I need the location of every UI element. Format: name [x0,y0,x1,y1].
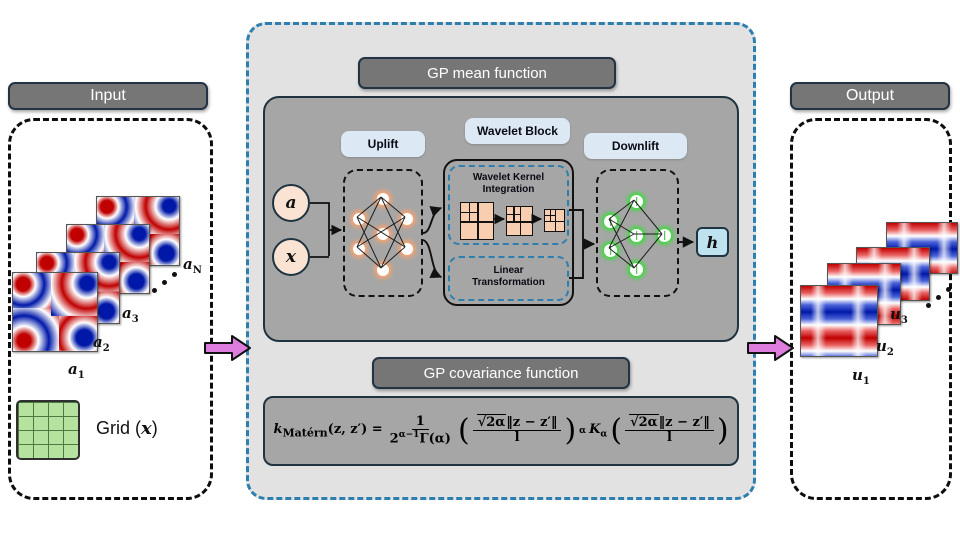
wavelet-kernel-integration-block: Wavelet Kernel Integration [448,165,569,245]
output-ellipsis [924,287,954,317]
linear-transformation-block: Linear Transformation [448,256,569,301]
downlift-label: Downlift [584,133,687,159]
output-field-label-1: u1 [852,366,870,387]
output-node-h: h [696,227,729,257]
grid-icon [16,400,80,460]
uplift-label: Uplift [341,131,425,157]
downlift-node-h1 [630,195,643,208]
input-field-label-1: a1 [68,360,85,381]
gp-mean-function-title: GP mean function [358,57,616,89]
input-field-label-3: a3 [122,304,139,325]
uplift-node-o2 [401,243,413,255]
input-node-a: a [272,184,310,222]
gp-covariance-function-body: kMatérn(z, z′) = 1 2α−1Γ(α) ( √2α‖z − z′… [263,396,739,466]
uplift-node-h3 [377,264,389,276]
downlift-node-i2 [604,244,617,257]
output-field-label-3: u3 [890,305,908,326]
linear-transformation-label: Linear Transformation [472,265,545,289]
wavelet-block-label: Wavelet Block [465,118,570,144]
gp-covariance-function-title: GP covariance function [372,357,630,389]
output-field-1 [800,285,878,357]
uplift-node-h1 [377,193,389,205]
wavelet-kernel-integration-label: Wavelet Kernel Integration [472,172,545,196]
uplift-block [343,169,423,297]
uplift-node-i2 [353,243,365,255]
downlift-node-o1 [658,229,671,242]
input-field-label-4: aN [183,255,202,276]
wavelet-decomp-1 [460,202,494,240]
output-panel-header: Output [790,82,950,110]
uplift-node-i1 [353,213,365,225]
downlift-node-i1 [604,215,617,228]
input-node-x: x [272,238,310,276]
output-field-label-2: u2 [876,337,894,358]
uplift-node-h2 [377,228,389,240]
wavelet-decomp-2 [506,206,533,236]
diagram-canvas: Input aN a3 a2 a1 Grid (x) GP mean funct… [0,0,960,540]
input-panel-header: Input [8,82,208,110]
input-ellipsis [150,272,180,302]
input-field-label-2: a2 [93,333,110,354]
downlift-node-h2 [630,229,643,242]
uplift-node-o1 [401,213,413,225]
downlift-block [596,169,679,297]
grid-label: Grid (x) [96,418,158,439]
matern-kernel-formula: kMatérn(z, z′) = 1 2α−1Γ(α) ( √2α‖z − z′… [273,413,729,449]
input-field-1 [12,272,98,352]
wavelet-decomp-3 [544,209,565,232]
downlift-node-h3 [630,263,643,276]
